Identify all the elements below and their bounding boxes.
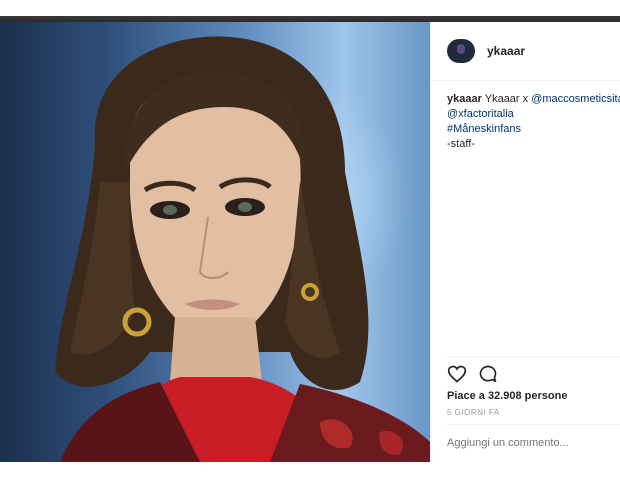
caption-author[interactable]: ykaaar	[447, 93, 482, 105]
comment-divider	[447, 424, 620, 425]
username[interactable]: ykaaar	[487, 44, 525, 58]
caption-text: Ykaaar x	[484, 93, 529, 105]
mention-maccosmeticsitalia[interactable]: @maccosmeticsitalia	[531, 93, 620, 105]
caption-signature: -staff-	[447, 138, 475, 150]
post-date[interactable]: 5 GIORNI FA	[447, 408, 500, 417]
post-photo[interactable]	[0, 22, 430, 462]
heart-outline-icon[interactable]	[447, 364, 469, 386]
post-header: ykaaar	[431, 22, 620, 81]
avatar-figure	[457, 44, 465, 54]
portrait-illustration	[55, 36, 430, 462]
speech-bubble-icon[interactable]	[478, 364, 500, 386]
likes-count[interactable]: Piace a 32.908 persone	[447, 390, 567, 402]
post-caption: ykaaar Ykaaar x @maccosmeticsitalia @xfa…	[447, 92, 620, 152]
avatar[interactable]	[447, 39, 475, 63]
bottom-margin	[0, 462, 620, 481]
actions-divider	[447, 356, 620, 357]
caption-line-1: ykaaar Ykaaar x @maccosmeticsitalia	[447, 92, 620, 107]
post-side-panel: ykaaar ykaaar Ykaaar x @maccosmeticsital…	[430, 22, 620, 462]
top-border-strip	[0, 0, 620, 22]
comment-input[interactable]	[447, 437, 617, 449]
caption-line-2: @xfactoritalia	[447, 107, 620, 122]
caption-line-3: #Måneskinfans	[447, 122, 620, 137]
hashtag-maneskinfans[interactable]: #Måneskinfans	[447, 123, 521, 135]
mention-xfactoritalia[interactable]: @xfactoritalia	[447, 108, 514, 120]
